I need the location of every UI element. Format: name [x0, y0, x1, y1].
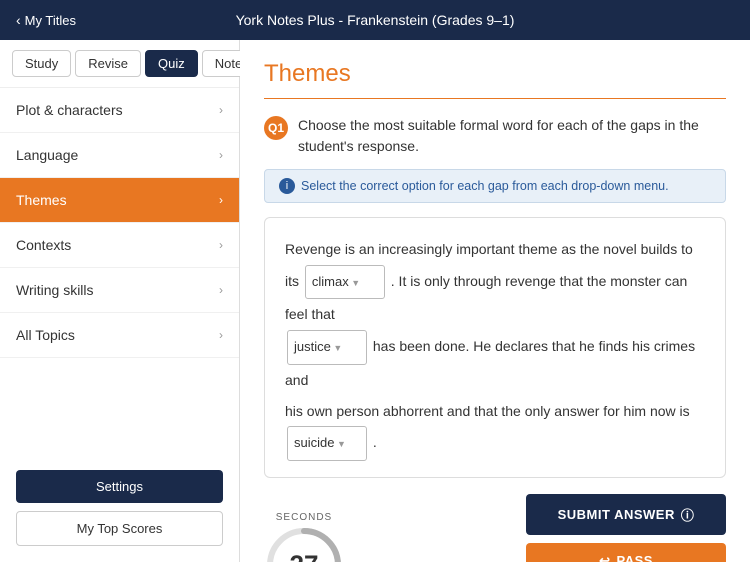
- nav-items-list: Plot & characters › Language › Themes › …: [0, 88, 239, 454]
- sidebar-item-label: Plot & characters: [16, 102, 123, 118]
- settings-button[interactable]: Settings: [16, 470, 223, 503]
- chevron-right-icon: ›: [219, 238, 223, 252]
- header-title: York Notes Plus - Frankenstein (Grades 9…: [236, 12, 515, 28]
- sidebar-item-label: Contexts: [16, 237, 71, 253]
- main-layout: Study Revise Quiz Notes Plot & character…: [0, 40, 750, 562]
- tab-study[interactable]: Study: [12, 50, 71, 77]
- chevron-right-icon: ›: [219, 148, 223, 162]
- info-bar: i Select the correct option for each gap…: [264, 169, 726, 203]
- submit-label: SUBMIT ANSWER: [558, 507, 675, 522]
- pass-label: PASS: [616, 553, 652, 562]
- question-header: Q1 Choose the most suitable formal word …: [264, 115, 726, 157]
- sidebar-buttons: Settings My Top Scores: [0, 454, 239, 562]
- timer-value: 27: [290, 549, 319, 562]
- sidebar-item-all-topics[interactable]: All Topics ›: [0, 313, 239, 358]
- sidebar-item-label: Writing skills: [16, 282, 94, 298]
- sidebar-item-label: All Topics: [16, 327, 75, 343]
- timer-label: SECONDS: [276, 512, 332, 523]
- back-button[interactable]: ‹ My Titles: [16, 12, 76, 28]
- sidebar-item-contexts[interactable]: Contexts ›: [0, 223, 239, 268]
- top-scores-button[interactable]: My Top Scores: [16, 511, 223, 546]
- tab-bar: Study Revise Quiz Notes: [0, 40, 239, 88]
- back-label: My Titles: [25, 13, 76, 28]
- chevron-right-icon: ›: [219, 103, 223, 117]
- header: ‹ My Titles York Notes Plus - Frankenste…: [0, 0, 750, 40]
- sidebar-item-label: Language: [16, 147, 78, 163]
- pass-button[interactable]: ↩ PASS: [526, 543, 726, 562]
- question-text: Choose the most suitable formal word for…: [298, 115, 726, 157]
- passage-line5: .: [373, 434, 377, 450]
- info-text: Select the correct option for each gap f…: [301, 179, 669, 193]
- sidebar: Study Revise Quiz Notes Plot & character…: [0, 40, 240, 562]
- sidebar-item-writing-skills[interactable]: Writing skills ›: [0, 268, 239, 313]
- action-buttons: SUBMIT ANSWER ⓘ ↩ PASS ❄ FREEZE: [526, 494, 726, 562]
- sidebar-item-label: Themes: [16, 192, 67, 208]
- answer-box: Revenge is an increasingly important the…: [264, 217, 726, 478]
- timer-container: SECONDS 27: [264, 512, 344, 562]
- chevron-right-icon: ›: [219, 283, 223, 297]
- pass-icon: ↩: [599, 553, 610, 562]
- info-icon: i: [279, 178, 295, 194]
- chevron-right-icon: ›: [219, 193, 223, 207]
- passage-line4: his own person abhorrent and that the on…: [285, 403, 690, 419]
- sidebar-item-plot-characters[interactable]: Plot & characters ›: [0, 88, 239, 133]
- question-badge: Q1: [264, 116, 288, 140]
- bottom-row: SECONDS 27 SUBMIT ANSWER ⓘ ↩ PASS: [264, 494, 726, 562]
- main-content: Themes Q1 Choose the most suitable forma…: [240, 40, 750, 562]
- submit-icon: ⓘ: [681, 505, 695, 524]
- sidebar-item-themes[interactable]: Themes ›: [0, 178, 239, 223]
- submit-button[interactable]: SUBMIT ANSWER ⓘ: [526, 494, 726, 535]
- page-title: Themes: [264, 60, 726, 99]
- sidebar-item-language[interactable]: Language ›: [0, 133, 239, 178]
- chevron-right-icon: ›: [219, 328, 223, 342]
- back-chevron-icon: ‹: [16, 12, 21, 28]
- gap-dropdown-2[interactable]: justice: [287, 330, 367, 365]
- gap-dropdown-1[interactable]: climax: [305, 265, 385, 300]
- tab-quiz[interactable]: Quiz: [145, 50, 198, 77]
- timer-circle: 27: [264, 525, 344, 562]
- gap-dropdown-3[interactable]: suicide: [287, 426, 367, 461]
- tab-revise[interactable]: Revise: [75, 50, 141, 77]
